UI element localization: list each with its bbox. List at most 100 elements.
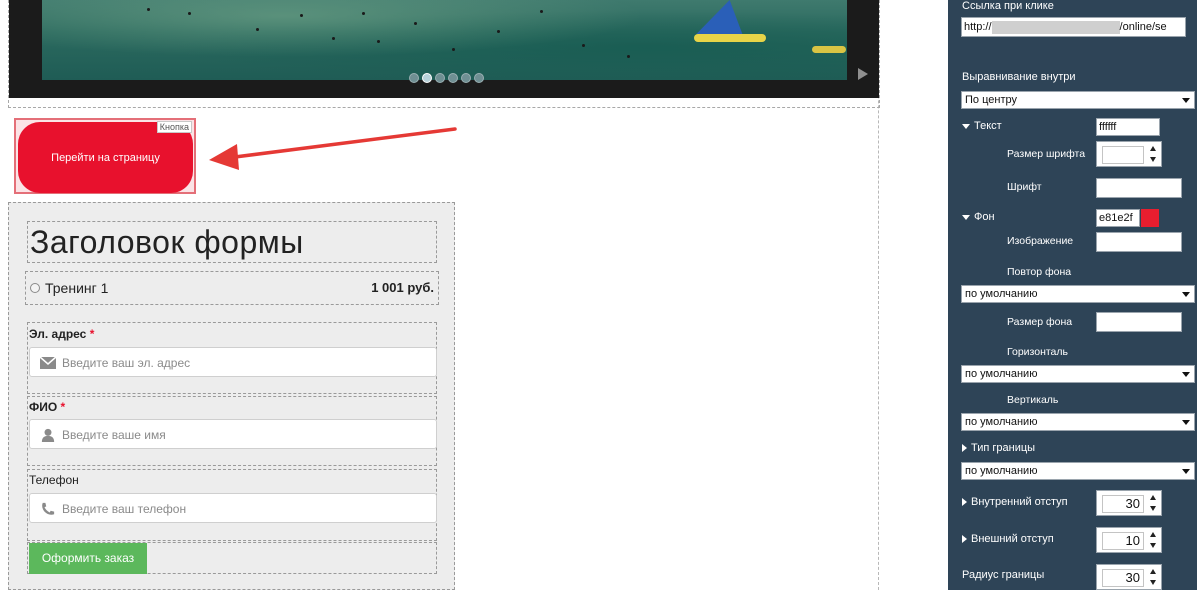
horizontal-select[interactable]: по умолчанию <box>961 365 1195 383</box>
submit-group: Оформить заказ <box>27 542 437 574</box>
phone-field-group: Телефон Введите ваш телефон <box>27 469 437 541</box>
product-radio[interactable] <box>30 283 40 293</box>
slider-photo <box>42 0 847 80</box>
bg-color-swatch[interactable] <box>1141 209 1159 227</box>
bg-color-input[interactable]: e81e2f <box>1096 209 1140 227</box>
align-select[interactable]: По центру <box>961 91 1195 109</box>
border-type-select[interactable]: по умолчанию <box>961 462 1195 480</box>
phone-label: Телефон <box>29 473 79 487</box>
text-color-input[interactable]: ffffff <box>1096 118 1160 136</box>
form-title[interactable]: Заголовок формы <box>27 221 437 263</box>
redacted-url-part <box>991 20 1120 34</box>
slider-frame <box>9 0 879 98</box>
bg-section-label: Фон <box>974 211 995 223</box>
margin-toggle[interactable]: Внешний отступ <box>962 533 1054 545</box>
vertical-select[interactable]: по умолчанию <box>961 413 1195 431</box>
padding-stepper[interactable]: 30 <box>1096 490 1162 516</box>
phone-icon <box>42 502 55 515</box>
slider-dot[interactable] <box>409 73 419 83</box>
photo-detail <box>414 22 417 25</box>
page-canvas: Перейти на страницу Кнопка Заголовок фор… <box>0 0 1197 590</box>
settings-panel: Ссылка при клике http:// /online/se Вырав… <box>948 0 1197 590</box>
bg-size-input[interactable] <box>1096 312 1182 332</box>
photo-detail <box>377 40 380 43</box>
align-label: Выравнивание внутри <box>962 71 1076 83</box>
stepper-down-icon[interactable] <box>1150 506 1156 511</box>
font-size-value[interactable] <box>1102 146 1144 164</box>
text-section-toggle[interactable]: Текст <box>962 120 1002 132</box>
expand-right-icon <box>962 535 967 544</box>
order-form-block[interactable]: Заголовок формы Тренинг 1 1 001 руб. Эл.… <box>8 202 455 590</box>
user-icon <box>41 428 55 442</box>
bg-size-label: Размер фона <box>1007 316 1073 328</box>
link-url-input[interactable]: http:// /online/se <box>961 17 1186 37</box>
required-marker: * <box>89 327 95 341</box>
sailboat-hull <box>694 34 766 42</box>
photo-detail <box>332 37 335 40</box>
font-size-stepper[interactable] <box>1096 141 1162 167</box>
photo-detail <box>582 44 585 47</box>
font-label: Шрифт <box>1007 181 1042 193</box>
font-input[interactable] <box>1096 178 1182 198</box>
chevron-down-icon <box>1182 372 1190 377</box>
chevron-down-icon <box>1182 469 1190 474</box>
chevron-down-icon <box>1182 420 1190 425</box>
required-marker: * <box>60 400 66 414</box>
border-type-toggle[interactable]: Тип границы <box>962 442 1035 454</box>
name-placeholder: Введите ваше имя <box>62 428 166 442</box>
stepper-up-icon[interactable] <box>1150 146 1156 151</box>
photo-detail <box>497 30 500 33</box>
stepper-up-icon[interactable] <box>1150 569 1156 574</box>
slider-dot[interactable] <box>435 73 445 83</box>
photo-detail <box>300 14 303 17</box>
product-price: 1 001 руб. <box>371 280 434 295</box>
margin-value[interactable]: 10 <box>1102 532 1144 550</box>
button-block-selected[interactable]: Перейти на страницу Кнопка <box>14 118 196 194</box>
slider-dot[interactable] <box>448 73 458 83</box>
radius-stepper[interactable]: 30 <box>1096 564 1162 590</box>
phone-input[interactable]: Введите ваш телефон <box>29 493 437 523</box>
name-field-group: ФИО * Введите ваше имя <box>27 396 437 466</box>
link-url-suffix: /online/se <box>1119 21 1167 33</box>
email-label: Эл. адрес * <box>29 327 95 341</box>
email-field-group: Эл. адрес * Введите ваш эл. адрес <box>27 322 437 394</box>
slider-dot-active[interactable] <box>422 73 432 83</box>
boat-hull <box>812 46 846 53</box>
slider-next-arrow-icon[interactable] <box>858 68 868 80</box>
stepper-down-icon[interactable] <box>1150 580 1156 585</box>
block-type-tag: Кнопка <box>156 121 192 133</box>
photo-detail <box>540 10 543 13</box>
image-input[interactable] <box>1096 232 1182 252</box>
expand-right-icon <box>962 444 967 453</box>
expand-down-icon <box>962 123 970 129</box>
email-input[interactable]: Введите ваш эл. адрес <box>29 347 437 377</box>
margin-label: Внешний отступ <box>971 533 1054 545</box>
phone-placeholder: Введите ваш телефон <box>62 502 187 516</box>
submit-order-button[interactable]: Оформить заказ <box>29 543 147 574</box>
stepper-up-icon[interactable] <box>1150 532 1156 537</box>
stepper-up-icon[interactable] <box>1150 495 1156 500</box>
sailboat-sail <box>696 0 750 34</box>
radius-value[interactable]: 30 <box>1102 569 1144 587</box>
stepper-down-icon[interactable] <box>1150 157 1156 162</box>
radius-label: Радиус границы <box>962 569 1045 581</box>
slider-block[interactable] <box>8 0 880 108</box>
link-label: Ссылка при клике <box>962 0 1054 12</box>
expand-right-icon <box>962 498 967 507</box>
text-section-label: Текст <box>974 120 1002 132</box>
slider-dot[interactable] <box>474 73 484 83</box>
padding-toggle[interactable]: Внутренний отступ <box>962 496 1068 508</box>
margin-stepper[interactable]: 10 <box>1096 527 1162 553</box>
stepper-down-icon[interactable] <box>1150 543 1156 548</box>
padding-value[interactable]: 30 <box>1102 495 1144 513</box>
envelope-icon <box>39 356 57 369</box>
slider-dot[interactable] <box>461 73 471 83</box>
photo-detail <box>452 48 455 51</box>
bg-section-toggle[interactable]: Фон <box>962 211 995 223</box>
expand-down-icon <box>962 214 970 220</box>
email-placeholder: Введите ваш эл. адрес <box>62 356 191 370</box>
name-input[interactable]: Введите ваше имя <box>29 419 437 449</box>
product-option[interactable]: Тренинг 1 1 001 руб. <box>25 271 439 305</box>
bg-repeat-select[interactable]: по умолчанию <box>961 285 1195 303</box>
chevron-down-icon <box>1182 292 1190 297</box>
